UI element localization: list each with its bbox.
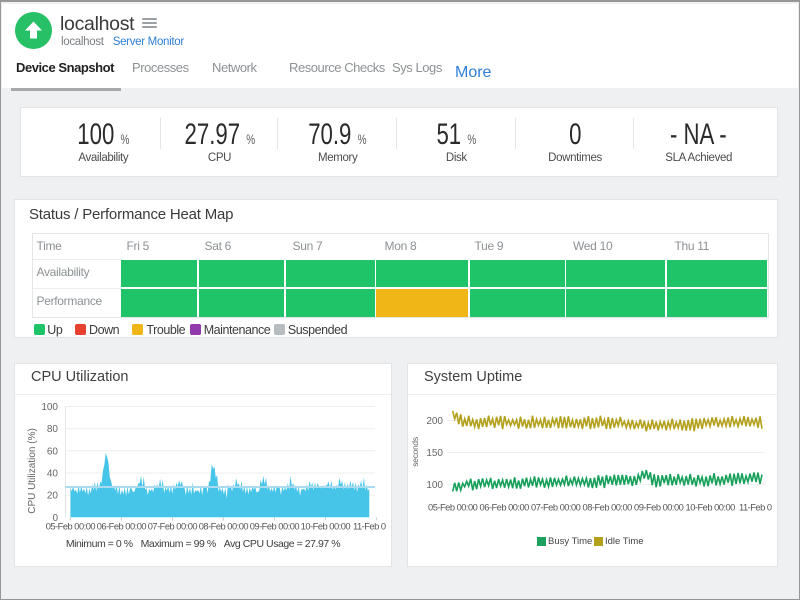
svg-text:40: 40 [47,469,59,480]
svg-text:10-Feb 00:00: 10-Feb 00:00 [686,503,736,513]
svg-text:05-Feb 00:00: 05-Feb 00:00 [46,521,96,531]
svg-text:08-Feb 00:00: 08-Feb 00:00 [583,503,633,513]
svg-text:08-Feb 00:00: 08-Feb 00:00 [199,521,249,531]
svg-text:09-Feb 00:00: 09-Feb 00:00 [634,503,684,513]
svg-text:80: 80 [47,424,59,435]
svg-text:100: 100 [426,480,443,491]
svg-text:150: 150 [426,448,443,459]
svg-text:05-Feb 00:00: 05-Feb 00:00 [428,503,478,513]
svg-text:100: 100 [41,402,58,413]
svg-text:seconds: seconds [410,437,420,467]
svg-text:60: 60 [47,446,59,457]
svg-text:11-Feb 0: 11-Feb 0 [353,521,386,531]
svg-text:CPU Utilization (%): CPU Utilization (%) [27,428,38,514]
svg-text:06-Feb 00:00: 06-Feb 00:00 [97,521,147,531]
svg-text:07-Feb 00:00: 07-Feb 00:00 [148,521,198,531]
svg-text:10-Feb 00:00: 10-Feb 00:00 [301,521,351,531]
svg-text:11-Feb 0: 11-Feb 0 [739,503,772,513]
svg-text:06-Feb 00:00: 06-Feb 00:00 [480,503,530,513]
svg-text:07-Feb 00:00: 07-Feb 00:00 [531,503,581,513]
svg-text:200: 200 [426,416,443,427]
svg-text:20: 20 [47,491,59,502]
svg-text:09-Feb 00:00: 09-Feb 00:00 [250,521,300,531]
